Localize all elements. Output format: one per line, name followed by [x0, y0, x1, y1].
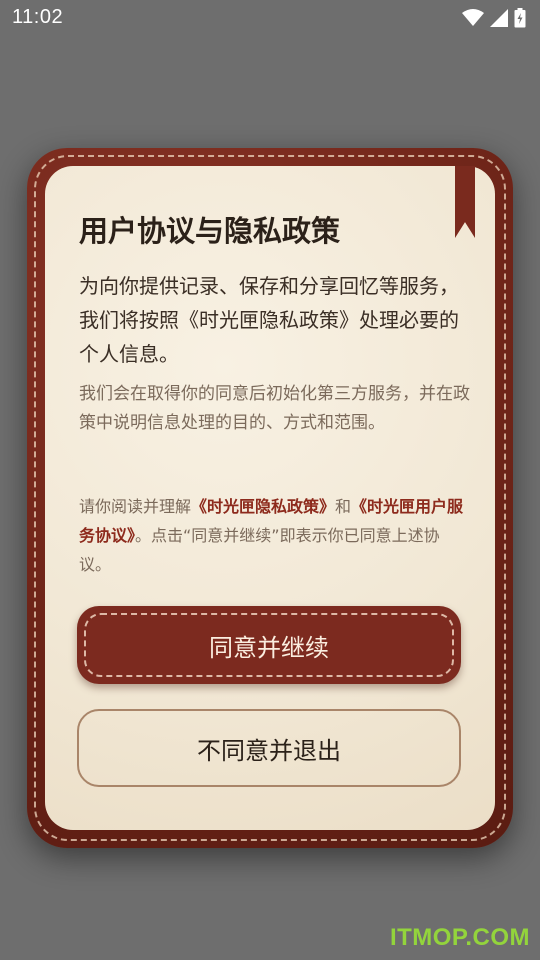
dialog-paper: 用户协议与隐私政策 为向你提供记录、保存和分享回忆等服务，我们将按照《时光匣隐私…: [45, 166, 495, 830]
status-icons: [462, 7, 526, 29]
button-stitching: [84, 613, 454, 677]
cellular-signal-icon: [490, 9, 508, 27]
third-party-paragraph: 我们会在取得你的同意后初始化第三方服务，并在政策中说明信息处理的目的、方式和范围…: [79, 384, 470, 433]
status-bar: 11:02: [0, 0, 540, 36]
agreement-and: 和: [335, 497, 352, 516]
decline-button-label: 不同意并退出: [197, 736, 341, 765]
watermark: ITMOP.COM: [389, 924, 530, 951]
bookmark-ribbon-icon: [455, 166, 475, 238]
privacy-dialog: 用户协议与隐私政策 为向你提供记录、保存和分享回忆等服务，我们将按照《时光匣隐私…: [27, 148, 513, 848]
battery-charging-icon: [514, 8, 526, 28]
decline-exit-button[interactable]: 不同意并退出: [77, 709, 461, 787]
privacy-policy-link[interactable]: 《时光匣隐私政策》: [191, 497, 335, 516]
agreement-paragraph: 请你阅读并理解《时光匣隐私政策》和《时光匣用户服务协议》。点击“同意并继续”即表…: [79, 492, 471, 579]
agree-continue-button[interactable]: 同意并继续: [77, 606, 461, 684]
intro-paragraph: 为向你提供记录、保存和分享回忆等服务，我们将按照《时光匣隐私政策》处理必要的个人…: [79, 274, 459, 366]
dialog-title: 用户协议与隐私政策: [79, 214, 341, 248]
wifi-icon: [462, 9, 484, 27]
status-time: 11:02: [12, 6, 64, 28]
agreement-prefix: 请你阅读并理解: [79, 497, 192, 516]
